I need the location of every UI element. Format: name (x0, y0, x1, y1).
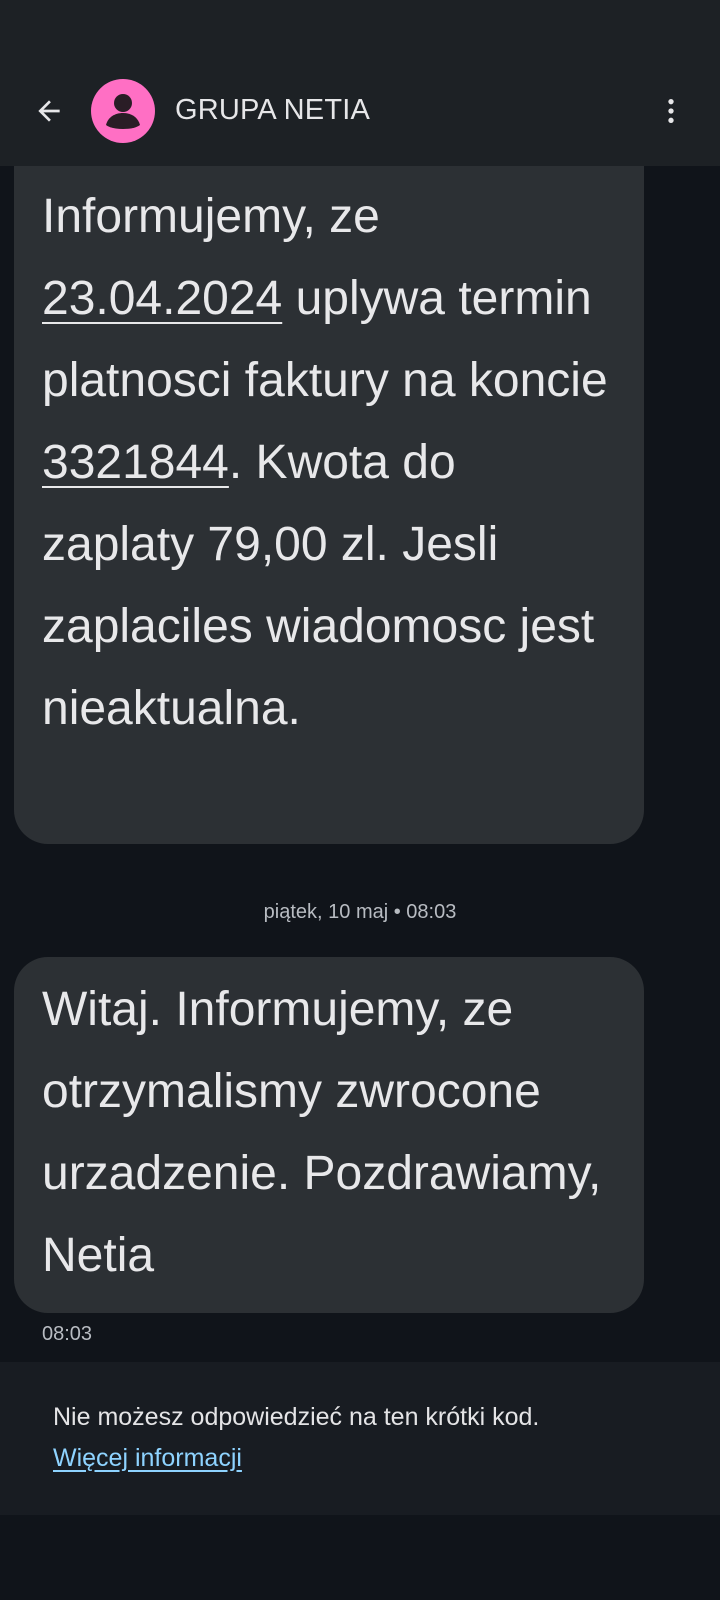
date-link[interactable]: 23.04.2024 (42, 272, 282, 325)
account-number-link[interactable]: 3321844 (42, 436, 229, 489)
more-info-link[interactable]: Więcej informacji (53, 1441, 242, 1475)
conversation[interactable]: Informujemy, ze 23.04.2024 uplywa termin… (0, 166, 720, 1362)
message-text: Witaj. Informujemy, ze otrzymalismy zwro… (42, 983, 602, 1282)
message-text: Informujemy, ze (42, 190, 380, 243)
more-vert-icon (668, 99, 674, 123)
message-bubble[interactable]: Witaj. Informujemy, ze otrzymalismy zwro… (14, 957, 644, 1313)
more-options-button[interactable] (644, 84, 698, 138)
person-icon (106, 94, 140, 129)
reply-disabled-panel: Nie możesz odpowiedzieć na ten krótki ko… (0, 1362, 720, 1515)
message-timestamp: 08:03 (42, 1323, 93, 1345)
reply-disabled-text: Nie możesz odpowiedzieć na ten krótki ko… (53, 1403, 540, 1431)
message-bubble[interactable]: Informujemy, ze 23.04.2024 uplywa termin… (14, 166, 644, 844)
arrow-left-icon (38, 100, 60, 122)
avatar[interactable] (91, 79, 155, 143)
contact-name[interactable]: GRUPA NETIA (175, 90, 370, 130)
status-bar (0, 0, 720, 60)
app-bar: GRUPA NETIA (0, 60, 720, 166)
back-button[interactable] (22, 84, 76, 138)
date-separator: piątek, 10 maj • 08:03 (263, 901, 457, 923)
